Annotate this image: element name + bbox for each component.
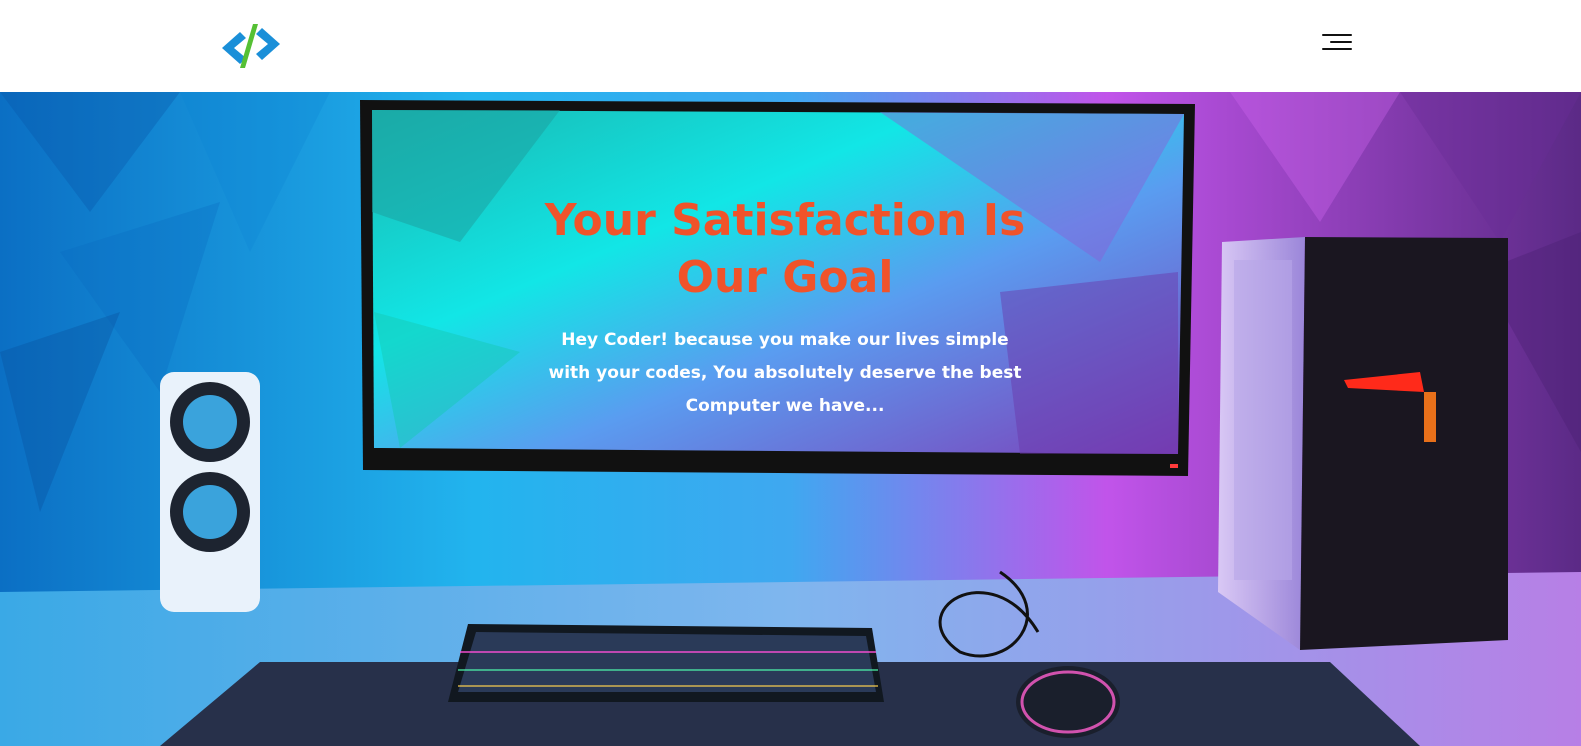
hero-title: Your Satisfaction Is Our Goal <box>544 195 1026 303</box>
navbar <box>0 0 1581 92</box>
hero-content: Your Satisfaction Is Our Goal Hey Coder!… <box>535 192 1035 423</box>
hero-subtitle: Hey Coder! because you make our lives si… <box>548 330 1022 416</box>
menu-line-bottom <box>1322 48 1352 50</box>
menu-line-top <box>1322 34 1352 36</box>
menu-line-middle <box>1330 41 1352 43</box>
code-brackets-logo-icon[interactable] <box>220 24 282 68</box>
hamburger-menu-icon[interactable] <box>1318 30 1354 56</box>
hero-section: Your Satisfaction Is Our Goal Hey Coder!… <box>0 92 1581 746</box>
